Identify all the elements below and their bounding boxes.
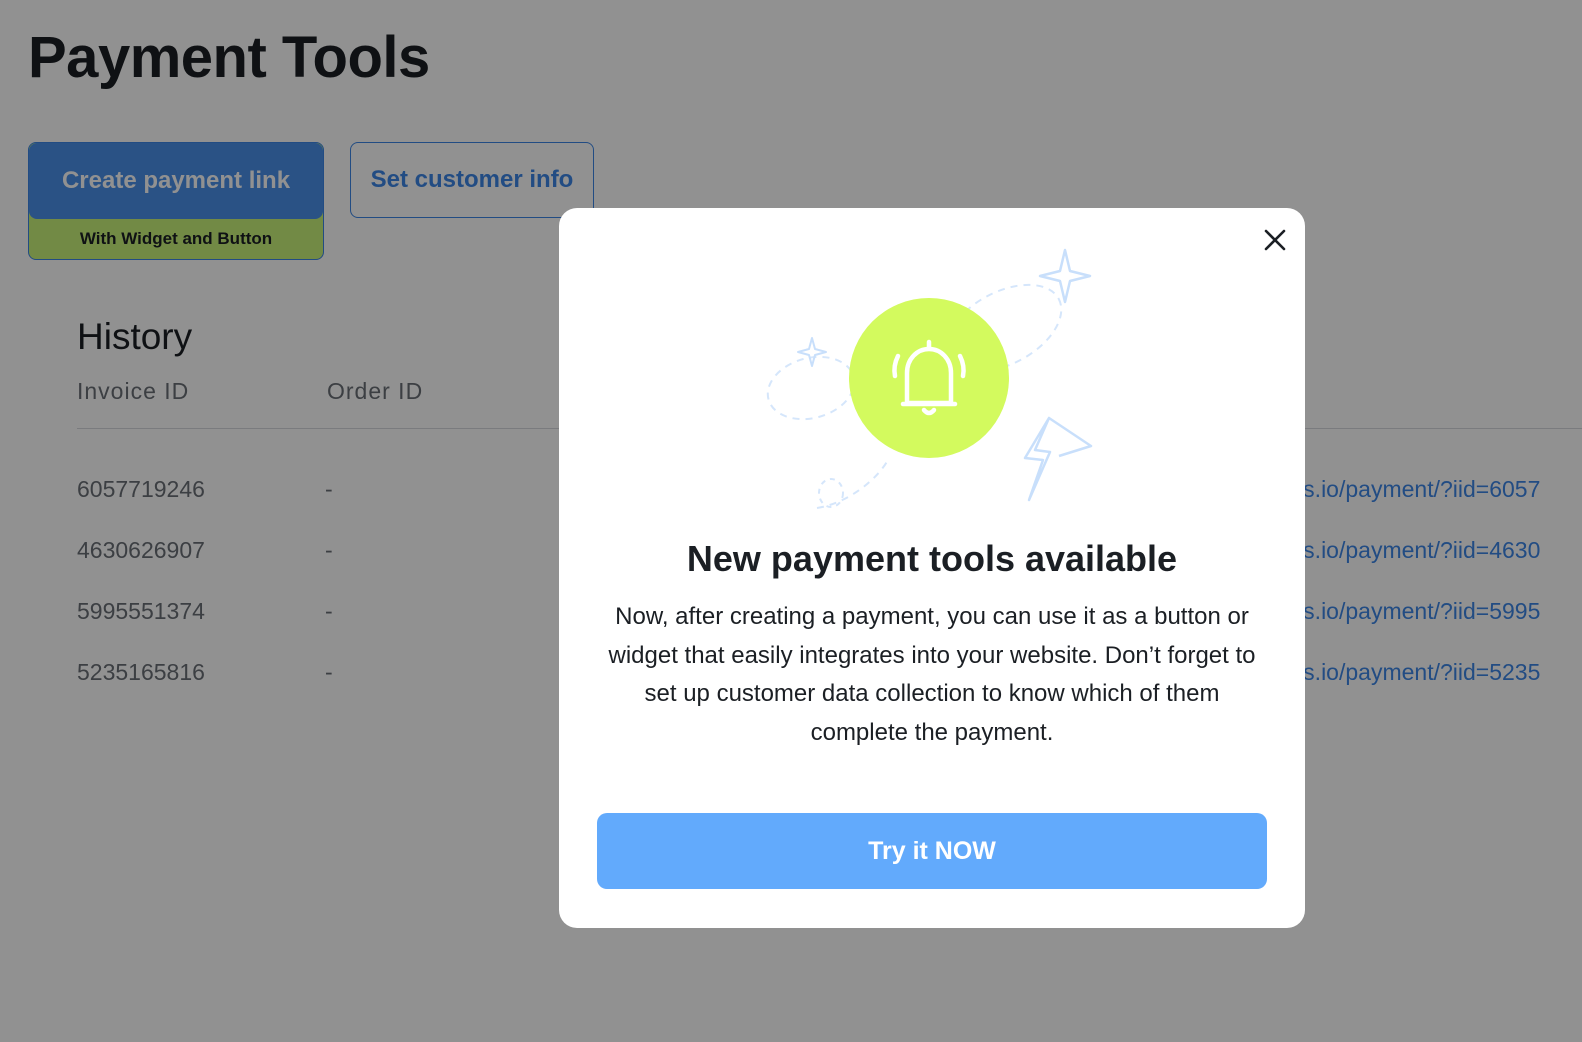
- bell-illustration: [766, 248, 1093, 509]
- modal-description: Now, after creating a payment, you can u…: [608, 603, 1256, 746]
- new-tools-modal: New payment tools available Now, after c…: [559, 208, 1305, 928]
- lightning-icon: [1023, 416, 1093, 502]
- orbit-decoration: [818, 478, 844, 508]
- sparkle-icon: [1038, 248, 1092, 304]
- close-button[interactable]: [1259, 224, 1291, 256]
- orbit-decoration: [816, 457, 890, 509]
- sparkle-icon: [797, 337, 827, 367]
- modal-title: New payment tools available: [686, 538, 1178, 579]
- bell-circle: [849, 298, 1009, 458]
- close-icon: [1264, 229, 1286, 251]
- try-it-now-button[interactable]: Try it NOW: [597, 813, 1267, 889]
